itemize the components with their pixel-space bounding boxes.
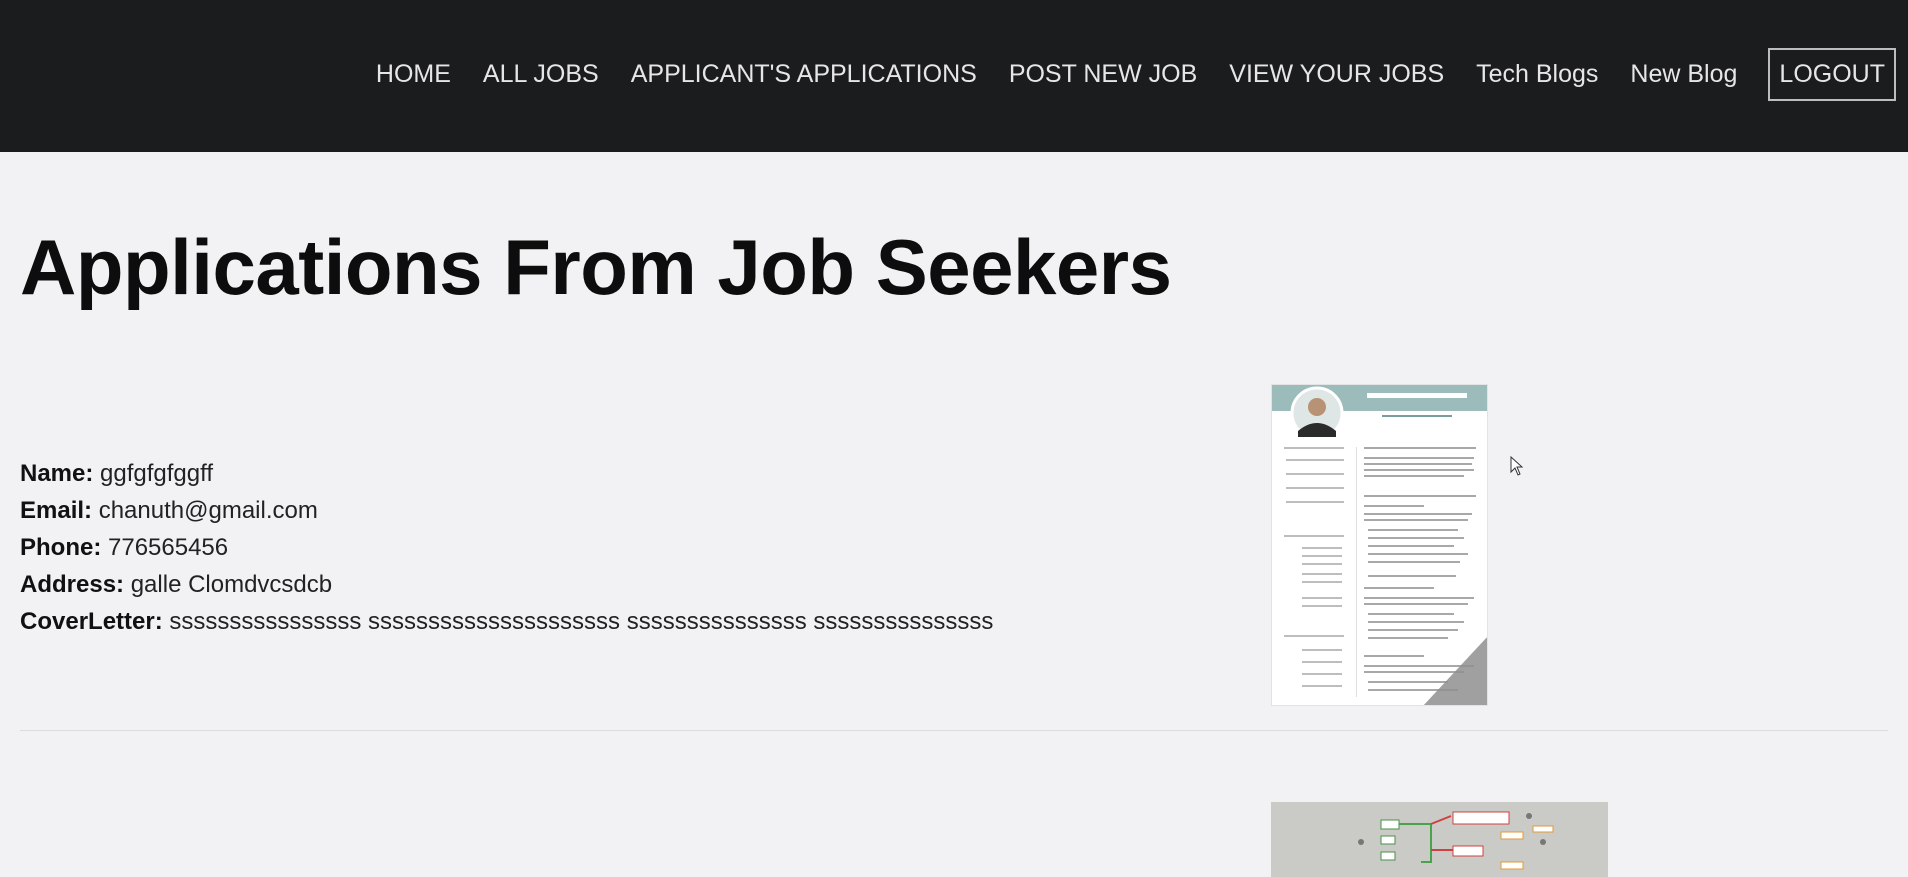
mouse-pointer-icon — [1510, 456, 1524, 476]
section-divider — [20, 730, 1888, 731]
page-title: Applications From Job Seekers — [20, 223, 1172, 311]
name-row: Name: ggfgfgfggff — [20, 455, 993, 492]
resume-image — [1272, 385, 1487, 705]
nav-applicants-applications[interactable]: APPLICANT'S APPLICATIONS — [631, 60, 977, 89]
cover-letter-label: CoverLetter: — [20, 608, 163, 635]
address-label: Address: — [20, 571, 125, 598]
email-row: Email: chanuth@gmail.com — [20, 492, 993, 529]
nav-all-jobs[interactable]: ALL JOBS — [483, 60, 599, 89]
phone-value: 776565456 — [108, 534, 229, 561]
nav-view-your-jobs[interactable]: VIEW YOUR JOBS — [1229, 60, 1444, 89]
nav-tech-blogs[interactable]: Tech Blogs — [1476, 60, 1598, 89]
nav-post-new-job[interactable]: POST NEW JOB — [1009, 60, 1197, 89]
address-value: galle Clomdvcsdcb — [130, 571, 333, 598]
applicant-details: Name: ggfgfgfggff Email: chanuth@gmail.c… — [20, 455, 993, 640]
phone-label: Phone: — [20, 534, 102, 561]
application-card: Name: ggfgfgfggff Email: chanuth@gmail.c… — [20, 380, 1888, 732]
phone-row: Phone: 776565456 — [20, 529, 993, 566]
name-value: ggfgfgfggff — [100, 460, 214, 487]
email-value: chanuth@gmail.com — [98, 497, 318, 524]
mind-map-image — [1271, 802, 1608, 877]
mind-map-thumbnail[interactable] — [1271, 802, 1608, 877]
cover-letter-value: ssssssssssssssss sssssssssssssssssssss s… — [169, 608, 994, 635]
name-label: Name: — [20, 460, 94, 487]
nav-home[interactable]: HOME — [376, 60, 451, 89]
nav-menu: HOME ALL JOBS APPLICANT'S APPLICATIONS P… — [376, 47, 1896, 101]
email-label: Email: — [20, 497, 93, 524]
cover-letter-row: CoverLetter: ssssssssssssssss ssssssssss… — [20, 603, 993, 640]
top-navbar: HOME ALL JOBS APPLICANT'S APPLICATIONS P… — [0, 0, 1908, 152]
logout-button[interactable]: LOGOUT — [1768, 47, 1896, 101]
address-row: Address: galle Clomdvcsdcb — [20, 566, 993, 603]
resume-thumbnail[interactable] — [1271, 384, 1488, 706]
nav-new-blog[interactable]: New Blog — [1630, 60, 1737, 89]
